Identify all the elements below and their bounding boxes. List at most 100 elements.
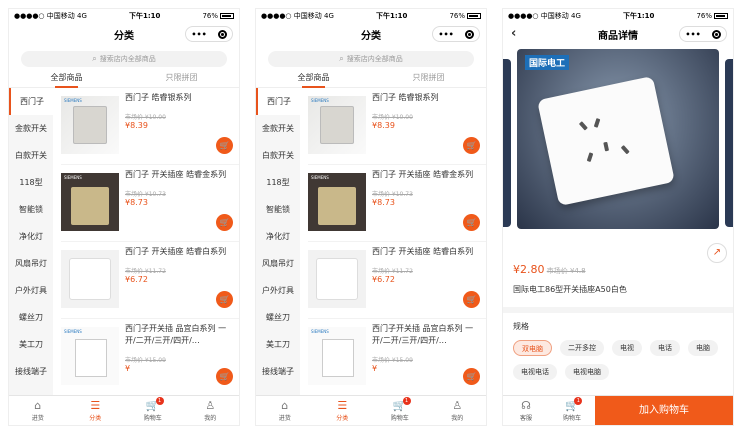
product-name[interactable]: 西门子 开关插座 皓睿金系列 bbox=[125, 169, 239, 181]
sidebar-item[interactable]: 西门子 bbox=[256, 88, 300, 115]
time-text: 下午1:10 bbox=[128, 12, 161, 20]
list-item[interactable]: SIEMENS 西门子开关插 品宜白系列 一开/二开/三开/四开/… 市场价 ¥… bbox=[308, 319, 486, 396]
product-name[interactable]: 西门子开关插 品宜白系列 一开/二开/三开/四开/… bbox=[125, 323, 239, 347]
list-item[interactable]: SIEMENS 西门子 开关插座 皓睿金系列 市场价 ¥10.73 ¥8.73 … bbox=[61, 165, 239, 242]
tab-mine[interactable]: ♙ 我的 bbox=[429, 396, 487, 425]
spec-chip[interactable]: 双电脑 bbox=[513, 340, 552, 356]
sidebar-item[interactable]: 风扇吊灯 bbox=[256, 250, 300, 277]
product-image[interactable] bbox=[61, 250, 119, 308]
tab-cart[interactable]: 🛒 1 购物车 bbox=[124, 396, 182, 425]
product-name[interactable]: 西门子 皓睿银系列 bbox=[372, 92, 486, 104]
sidebar-item[interactable]: 智能锁 bbox=[9, 196, 53, 223]
more-icon[interactable]: ••• bbox=[191, 30, 206, 39]
close-target-icon[interactable] bbox=[217, 29, 227, 39]
market-price: 市场价 ¥15.09 bbox=[125, 357, 166, 364]
product-name[interactable]: 西门子 皓睿银系列 bbox=[125, 92, 239, 104]
mini-program-capsule[interactable]: ••• bbox=[185, 26, 233, 42]
mini-program-capsule[interactable]: ••• bbox=[432, 26, 480, 42]
tab-category[interactable]: ☰ 分类 bbox=[67, 396, 125, 425]
more-icon[interactable]: ••• bbox=[685, 30, 700, 39]
tab-home[interactable]: ⌂ 进货 bbox=[9, 396, 67, 425]
more-icon[interactable]: ••• bbox=[438, 30, 453, 39]
product-name[interactable]: 西门子开关插 品宜白系列 一开/二开/三开/四开/… bbox=[372, 323, 486, 347]
close-target-icon[interactable] bbox=[464, 29, 474, 39]
category-sidebar: 西门子 金款开关 白款开关 118型 智能锁 净化灯 风扇吊灯 户外灯具 螺丝刀… bbox=[256, 88, 300, 418]
close-target-icon[interactable] bbox=[711, 29, 721, 39]
sidebar-item[interactable]: 接线端子 bbox=[256, 358, 300, 385]
product-image[interactable]: SIEMENS bbox=[308, 173, 366, 231]
back-arrow-icon[interactable]: ‹ bbox=[511, 26, 516, 41]
product-image[interactable]: SIEMENS bbox=[61, 173, 119, 231]
tab-category[interactable]: ☰ 分类 bbox=[314, 396, 372, 425]
tab-all-products[interactable]: 全部商品 bbox=[256, 70, 371, 88]
spec-chip[interactable]: 电视电脑 bbox=[565, 364, 609, 380]
tab-all-products[interactable]: 全部商品 bbox=[9, 70, 124, 88]
spec-chip[interactable]: 电脑 bbox=[688, 340, 718, 356]
sidebar-item[interactable]: 金款开关 bbox=[256, 115, 300, 142]
sidebar-item[interactable]: 白款开关 bbox=[256, 142, 300, 169]
search-input[interactable]: ⌕ 搜索店内全部商品 bbox=[21, 51, 227, 67]
sidebar-item[interactable]: 螺丝刀 bbox=[256, 304, 300, 331]
add-to-cart-button[interactable]: 🛒 bbox=[216, 368, 233, 385]
image-carousel[interactable]: 国际电工 ↗ bbox=[503, 47, 733, 263]
add-to-cart-button[interactable]: 🛒 bbox=[463, 368, 480, 385]
sidebar-item[interactable]: 118型 bbox=[9, 169, 53, 196]
product-image[interactable]: SIEMENS bbox=[61, 327, 119, 385]
spec-chip[interactable]: 二开多控 bbox=[560, 340, 604, 356]
spec-chip[interactable]: 电视 bbox=[612, 340, 642, 356]
sidebar-item[interactable]: 智能锁 bbox=[256, 196, 300, 223]
nav-bar: 分类 ••• bbox=[9, 23, 239, 45]
mini-program-capsule[interactable]: ••• bbox=[679, 26, 727, 42]
sidebar-item[interactable]: 西门子 bbox=[9, 88, 53, 115]
add-to-cart-button[interactable]: 🛒 bbox=[463, 137, 480, 154]
battery-icon bbox=[714, 13, 728, 19]
sidebar-item[interactable]: 美工刀 bbox=[256, 331, 300, 358]
sidebar-item[interactable]: 风扇吊灯 bbox=[9, 250, 53, 277]
spec-chip[interactable]: 电话 bbox=[650, 340, 680, 356]
sidebar-item[interactable]: 白款开关 bbox=[9, 142, 53, 169]
product-main-image[interactable]: 国际电工 bbox=[517, 49, 719, 229]
carousel-next-image[interactable] bbox=[725, 59, 733, 227]
tab-home[interactable]: ⌂ 进货 bbox=[256, 396, 314, 425]
list-item[interactable]: SIEMENS 西门子开关插 品宜白系列 一开/二开/三开/四开/… 市场价 ¥… bbox=[61, 319, 239, 396]
cart-button[interactable]: 🛒 1 购物车 bbox=[549, 396, 595, 425]
add-to-cart-button[interactable]: 🛒 bbox=[216, 137, 233, 154]
sidebar-item[interactable]: 118型 bbox=[256, 169, 300, 196]
sidebar-item[interactable]: 接线端子 bbox=[9, 358, 53, 385]
search-input[interactable]: ⌕ 搜索店内全部商品 bbox=[268, 51, 474, 67]
tab-group-buy[interactable]: 只限拼团 bbox=[124, 70, 239, 87]
sidebar-item[interactable]: 美工刀 bbox=[9, 331, 53, 358]
product-image[interactable]: SIEMENS bbox=[308, 327, 366, 385]
sidebar-item[interactable]: 户外灯具 bbox=[9, 277, 53, 304]
sidebar-item[interactable]: 螺丝刀 bbox=[9, 304, 53, 331]
add-to-cart-button[interactable]: 加入购物车 bbox=[595, 396, 733, 425]
list-item[interactable]: 西门子 开关插座 皓睿白系列 市场价 ¥11.72 ¥6.72 🛒 bbox=[308, 242, 486, 319]
sidebar-item[interactable]: 金款开关 bbox=[9, 115, 53, 142]
sidebar-item[interactable]: 净化灯 bbox=[9, 223, 53, 250]
product-image[interactable]: SIEMENS bbox=[61, 96, 119, 154]
category-screen-1: ●●●●○ 中国移动 4G 下午1:10 76% 分类 ••• ⌕ 搜索店内全部… bbox=[8, 8, 240, 426]
add-to-cart-button[interactable]: 🛒 bbox=[216, 214, 233, 231]
tab-cart[interactable]: 🛒 1 购物车 bbox=[371, 396, 429, 425]
add-to-cart-button[interactable]: 🛒 bbox=[216, 291, 233, 308]
add-to-cart-button[interactable]: 🛒 bbox=[463, 291, 480, 308]
sidebar-item[interactable]: 户外灯具 bbox=[256, 277, 300, 304]
tab-group-buy[interactable]: 只限拼团 bbox=[371, 70, 486, 87]
tab-mine[interactable]: ♙ 我的 bbox=[182, 396, 240, 425]
spec-chip[interactable]: 电视电话 bbox=[513, 364, 557, 380]
add-to-cart-button[interactable]: 🛒 bbox=[463, 214, 480, 231]
customer-service-button[interactable]: ☊ 客服 bbox=[503, 396, 549, 425]
list-item[interactable]: SIEMENS 西门子 皓睿银系列 市场价 ¥10.00 ¥8.39 🛒 bbox=[61, 88, 239, 165]
product-name[interactable]: 西门子 开关插座 皓睿白系列 bbox=[372, 246, 486, 258]
list-item[interactable]: SIEMENS 西门子 开关插座 皓睿金系列 市场价 ¥10.73 ¥8.73 … bbox=[308, 165, 486, 242]
product-name[interactable]: 西门子 开关插座 皓睿金系列 bbox=[372, 169, 486, 181]
product-name[interactable]: 西门子 开关插座 皓睿白系列 bbox=[125, 246, 239, 258]
list-item[interactable]: SIEMENS 西门子 皓睿银系列 市场价 ¥10.00 ¥8.39 🛒 bbox=[308, 88, 486, 165]
product-image[interactable] bbox=[308, 250, 366, 308]
product-image[interactable]: SIEMENS bbox=[308, 96, 366, 154]
sidebar-item[interactable]: 净化灯 bbox=[256, 223, 300, 250]
carousel-prev-image[interactable] bbox=[503, 59, 511, 227]
list-item[interactable]: 西门子 开关插座 皓睿白系列 市场价 ¥11.72 ¥6.72 🛒 bbox=[61, 242, 239, 319]
spec-label: 规格 bbox=[513, 322, 529, 331]
share-icon[interactable]: ↗ bbox=[707, 243, 727, 263]
